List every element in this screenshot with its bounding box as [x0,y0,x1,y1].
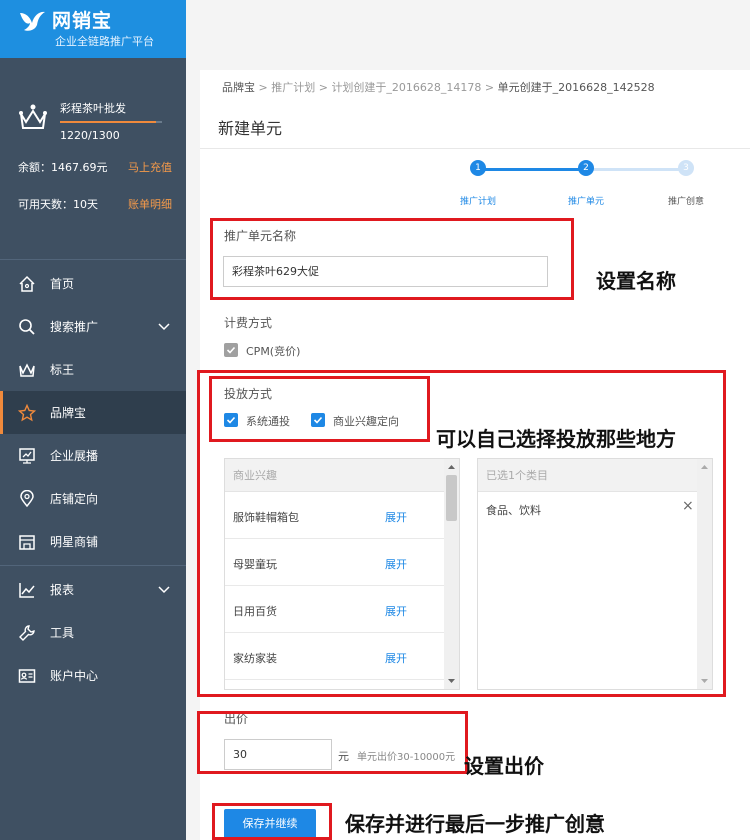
sidebar-item-label: 搜索推广 [50,320,99,334]
sidebar-item-account-center[interactable]: 账户中心 [0,654,186,697]
sidebar-item-reports[interactable]: 报表 [0,568,186,611]
annotation-box-name [210,218,574,300]
sidebar-item-label: 明星商铺 [50,535,99,549]
step-connector-pending [586,168,686,171]
breadcrumb: 品牌宝 > 推广计划 > 计划创建于_2016628_14178 > 单元创建于… [222,79,655,95]
step-dot-2: 2 [578,160,594,176]
nav-divider [0,565,186,566]
check-icon [226,346,236,354]
sidebar-item-tools[interactable]: 工具 [0,611,186,654]
cpm-checkbox[interactable] [224,343,238,357]
top-header-area [186,0,750,70]
crown-icon [19,104,47,129]
id-card-icon [18,668,36,683]
annotation-text-delivery: 可以自己选择投放那些地方 [436,427,676,451]
logo-bar[interactable]: 网销宝 企业全链路推广平台 [0,0,186,58]
shop-name: 彩程茶叶批发 [60,102,126,115]
breadcrumb-separator: > [258,81,272,94]
cpm-label: CPM(竞价) [246,345,301,358]
sidebar-item-label: 标王 [50,363,75,377]
search-icon [19,318,35,335]
annotation-text-save: 保存并进行最后一步推广创意 [345,812,605,836]
title-divider [200,148,750,149]
sidebar: 网销宝 企业全链路推广平台 彩程茶叶批发 1220/1300 余额：1467.6… [0,0,186,840]
sidebar-nav: 首页 搜索推广 标王 品牌宝 企业展播 店铺定向 明星商铺 报表 工具 账户中心 [0,262,186,697]
level-progress-bar [60,121,162,123]
sidebar-item-biaowang[interactable]: 标王 [0,348,186,391]
logo-title: 网销宝 [52,10,113,32]
account-panel: 彩程茶叶批发 1220/1300 余额：1467.69元 马上充值 可用天数：1… [0,58,186,260]
available-days-text: 可用天数：10天 [18,198,98,211]
store-icon [19,534,35,550]
step-label-3: 推广创意 [667,197,704,207]
sidebar-item-label: 企业展播 [50,449,99,463]
page-title: 新建单元 [218,119,283,138]
sidebar-item-search-promotion[interactable]: 搜索推广 [0,305,186,348]
breadcrumb-item[interactable]: 推广计划 [271,81,315,94]
sidebar-item-label: 报表 [50,583,75,597]
recharge-link[interactable]: 马上充值 [128,159,172,175]
sidebar-item-brand[interactable]: 品牌宝 [0,391,186,434]
progress-steps: 1 2 3 推广计划 推广单元 推广创意 [458,160,708,220]
logo-subtitle: 企业全链路推广平台 [55,35,154,48]
sidebar-item-enterprise-display[interactable]: 企业展播 [0,434,186,477]
sidebar-item-label: 品牌宝 [50,406,87,420]
step-dot-3: 3 [678,160,694,176]
crown-icon [19,362,35,377]
sidebar-item-store-targeting[interactable]: 店铺定向 [0,477,186,520]
breadcrumb-item[interactable]: 计划创建于_2016628_14178 [331,81,481,94]
star-icon [18,403,36,421]
chevron-down-icon [158,586,170,594]
breadcrumb-separator: > [318,81,332,94]
step-connector-done [478,168,586,171]
chevron-down-icon [158,323,170,331]
annotation-box-bid [197,711,468,774]
sidebar-item-home[interactable]: 首页 [0,262,186,305]
step-label-2: 推广单元 [567,197,604,207]
step-dot-1: 1 [470,160,486,176]
wrench-icon [19,624,35,641]
annotation-text-name: 设置名称 [596,269,676,293]
bird-logo-icon [20,11,45,31]
app-root: 网销宝 企业全链路推广平台 彩程茶叶批发 1220/1300 余额：1467.6… [0,0,750,840]
display-icon [19,447,35,464]
breadcrumb-item[interactable]: 品牌宝 [222,81,255,94]
breadcrumb-current: 单元创建于_2016628_142528 [497,81,655,94]
sidebar-item-label: 首页 [50,277,75,291]
sidebar-item-star-store[interactable]: 明星商铺 [0,520,186,563]
annotation-box-delivery-area [197,370,726,697]
step-label-1: 推广计划 [459,197,496,207]
sidebar-item-label: 店铺定向 [50,492,99,506]
bill-details-link[interactable]: 账单明细 [128,196,172,212]
level-progress-fill [60,121,156,123]
billing-label: 计费方式 [224,316,273,330]
home-icon [19,275,35,292]
annotation-text-bid: 设置出价 [464,754,544,778]
level-progress-text: 1220/1300 [60,129,120,142]
balance-text: 余额：1467.69元 [18,161,108,174]
breadcrumb-separator: > [484,81,498,94]
sidebar-item-label: 账户中心 [50,669,99,683]
sidebar-item-label: 工具 [50,626,75,640]
location-icon [20,489,34,507]
chart-icon [19,582,35,598]
annotation-box-save [212,803,332,840]
